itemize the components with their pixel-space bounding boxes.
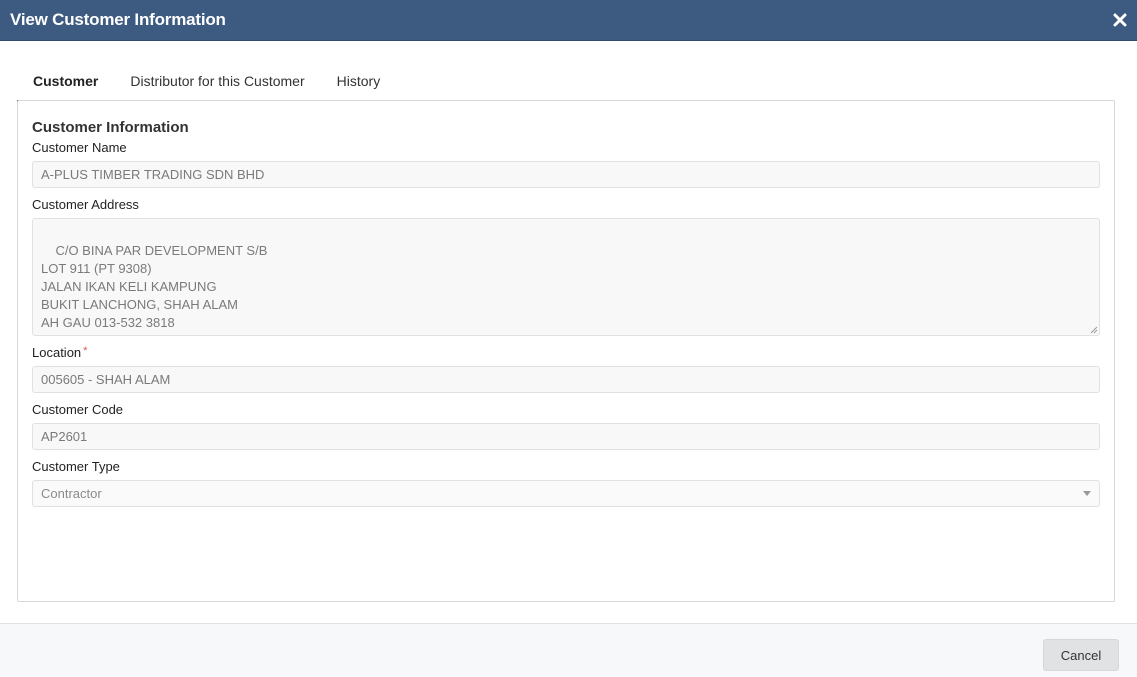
customer-type-label: Customer Type [32,459,120,474]
customer-address-textarea[interactable]: C/O BINA PAR DEVELOPMENT S/B LOT 911 (PT… [32,218,1100,336]
customer-address-value: C/O BINA PAR DEVELOPMENT S/B LOT 911 (PT… [41,243,268,335]
tab-distributor[interactable]: Distributor for this Customer [114,63,320,102]
resize-grip-icon[interactable] [1090,326,1098,334]
customer-panel: Customer Information Customer Name A-PLU… [17,100,1115,602]
section-title: Customer Information [32,119,189,136]
tab-customer[interactable]: Customer [17,63,115,102]
close-icon [1113,13,1127,27]
customer-type-select[interactable]: Contractor [32,480,1100,507]
dialog-title: View Customer Information [10,10,226,29]
dialog-titlebar: View Customer Information [0,0,1137,41]
tab-bar: Customer Distributor for this Customer H… [17,63,396,102]
customer-code-input[interactable]: AP2601 [32,423,1100,450]
customer-name-input[interactable]: A-PLUS TIMBER TRADING SDN BHD [32,161,1100,188]
customer-name-label: Customer Name [32,140,127,155]
dialog-footer: Cancel [0,623,1137,677]
location-input[interactable]: 005605 - SHAH ALAM [32,366,1100,393]
tab-history[interactable]: History [321,63,397,102]
location-label-text: Location [32,345,82,360]
required-marker: * [83,345,88,357]
customer-type-value: Contractor [41,486,102,501]
customer-address-label: Customer Address [32,197,139,212]
customer-code-label: Customer Code [32,402,124,417]
close-button[interactable] [1111,11,1129,29]
chevron-down-icon [1083,491,1091,496]
location-label: Location * [32,345,1100,360]
cancel-button[interactable]: Cancel [1043,639,1119,671]
